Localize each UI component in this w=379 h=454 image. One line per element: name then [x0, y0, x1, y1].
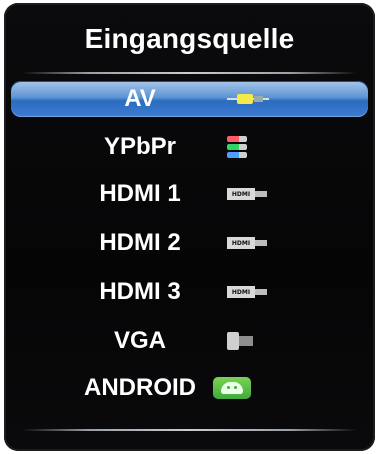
- composite-av-cable-icon: [227, 94, 269, 104]
- hdmi-cable-icon: HDMI: [227, 286, 267, 298]
- input-source-panel: Eingangsquelle AV YPbPr HDMI 1 HDMI HDMI…: [4, 3, 375, 451]
- source-item-hdmi-1[interactable]: HDMI 1 HDMI: [11, 176, 368, 212]
- source-item-hdmi-2[interactable]: HDMI 2 HDMI: [11, 225, 368, 261]
- component-ypbpr-cable-icon: [227, 136, 247, 158]
- hdmi-icon-text: HDMI: [227, 188, 255, 200]
- source-item-ypbpr[interactable]: YPbPr: [11, 129, 368, 165]
- bottom-divider: [22, 429, 357, 431]
- source-item-android[interactable]: ANDROID: [11, 370, 368, 406]
- panel-title: Eingangsquelle: [84, 23, 295, 54]
- source-item-av[interactable]: AV: [11, 81, 368, 117]
- hdmi-icon-text: HDMI: [227, 286, 255, 298]
- hdmi-cable-icon: HDMI: [227, 237, 267, 249]
- hdmi-icon-text: HDMI: [227, 237, 255, 249]
- hdmi-cable-icon: HDMI: [227, 188, 267, 200]
- vga-connector-icon: [227, 330, 253, 352]
- title-divider: [22, 72, 357, 74]
- android-icon: [213, 377, 251, 399]
- source-item-hdmi-3[interactable]: HDMI 3 HDMI: [11, 274, 368, 310]
- source-item-vga[interactable]: VGA: [11, 323, 368, 359]
